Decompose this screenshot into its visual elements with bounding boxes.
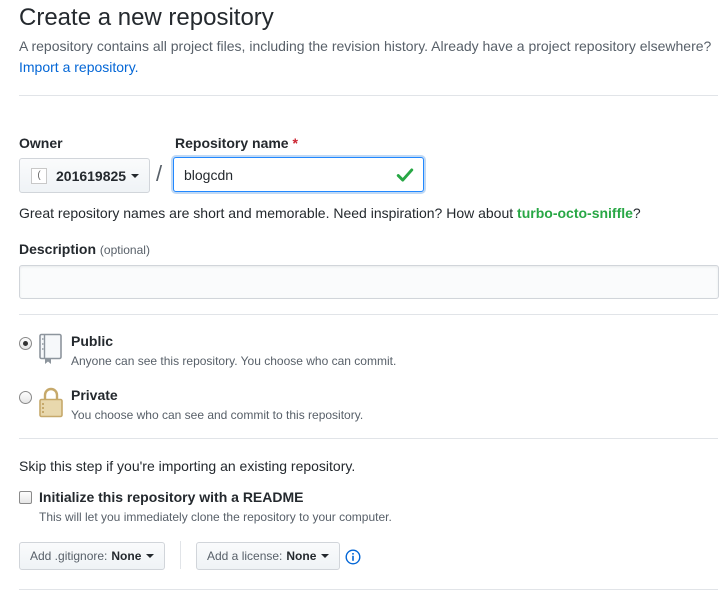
radio-selected-dot	[23, 341, 28, 346]
repo-name-hint: Great repository names are short and mem…	[19, 205, 641, 221]
info-icon[interactable]	[345, 549, 361, 565]
page-subtitle: A repository contains all project files,…	[19, 38, 712, 54]
owner-repo-separator: /	[156, 161, 163, 186]
gitignore-dropdown[interactable]: Add .gitignore: None	[19, 542, 166, 570]
license-dropdown[interactable]: Add a license: None	[196, 542, 341, 570]
lock-icon	[39, 387, 63, 418]
public-radio[interactable]	[19, 337, 32, 350]
description-input[interactable]	[19, 265, 719, 299]
divider	[19, 314, 718, 315]
readme-note: This will let you immediately clone the …	[39, 510, 392, 524]
readme-label[interactable]: Initialize this repository with a README	[39, 489, 303, 505]
owner-dropdown[interactable]: ( 201619825	[19, 158, 150, 193]
owner-label: Owner	[19, 135, 63, 151]
check-icon	[396, 168, 414, 182]
chevron-down-icon	[321, 554, 330, 558]
divider	[19, 438, 718, 439]
private-option-note: You choose who can see and commit to thi…	[71, 408, 364, 422]
gitignore-value: None	[111, 549, 142, 563]
page-title: Create a new repository	[19, 4, 274, 31]
repo-name-input[interactable]	[173, 157, 424, 192]
avatar: (	[31, 167, 47, 184]
repo-book-icon	[39, 333, 62, 364]
divider	[180, 541, 181, 569]
divider	[19, 589, 718, 590]
optional-note: (optional)	[99, 243, 150, 257]
description-label: Description (optional)	[19, 241, 150, 257]
chevron-down-icon	[131, 173, 140, 178]
public-option-title[interactable]: Public	[71, 333, 113, 349]
private-radio[interactable]	[19, 391, 32, 404]
owner-name: 201619825	[56, 167, 127, 184]
skip-note: Skip this step if you're importing an ex…	[19, 458, 356, 474]
gitignore-prefix: Add .gitignore:	[30, 549, 108, 563]
repo-name-label: Repository name *	[175, 135, 298, 151]
chevron-down-icon	[146, 554, 155, 558]
required-asterisk: *	[292, 135, 298, 151]
readme-checkbox[interactable]	[19, 491, 32, 504]
public-option-note: Anyone can see this repository. You choo…	[71, 354, 397, 368]
license-value: None	[286, 549, 317, 563]
divider	[19, 95, 718, 96]
private-option-title[interactable]: Private	[71, 387, 118, 403]
name-suggestion-link[interactable]: turbo-octo-sniffle	[517, 205, 633, 221]
license-prefix: Add a license:	[207, 549, 283, 563]
import-repository-link[interactable]: Import a repository.	[19, 59, 139, 75]
